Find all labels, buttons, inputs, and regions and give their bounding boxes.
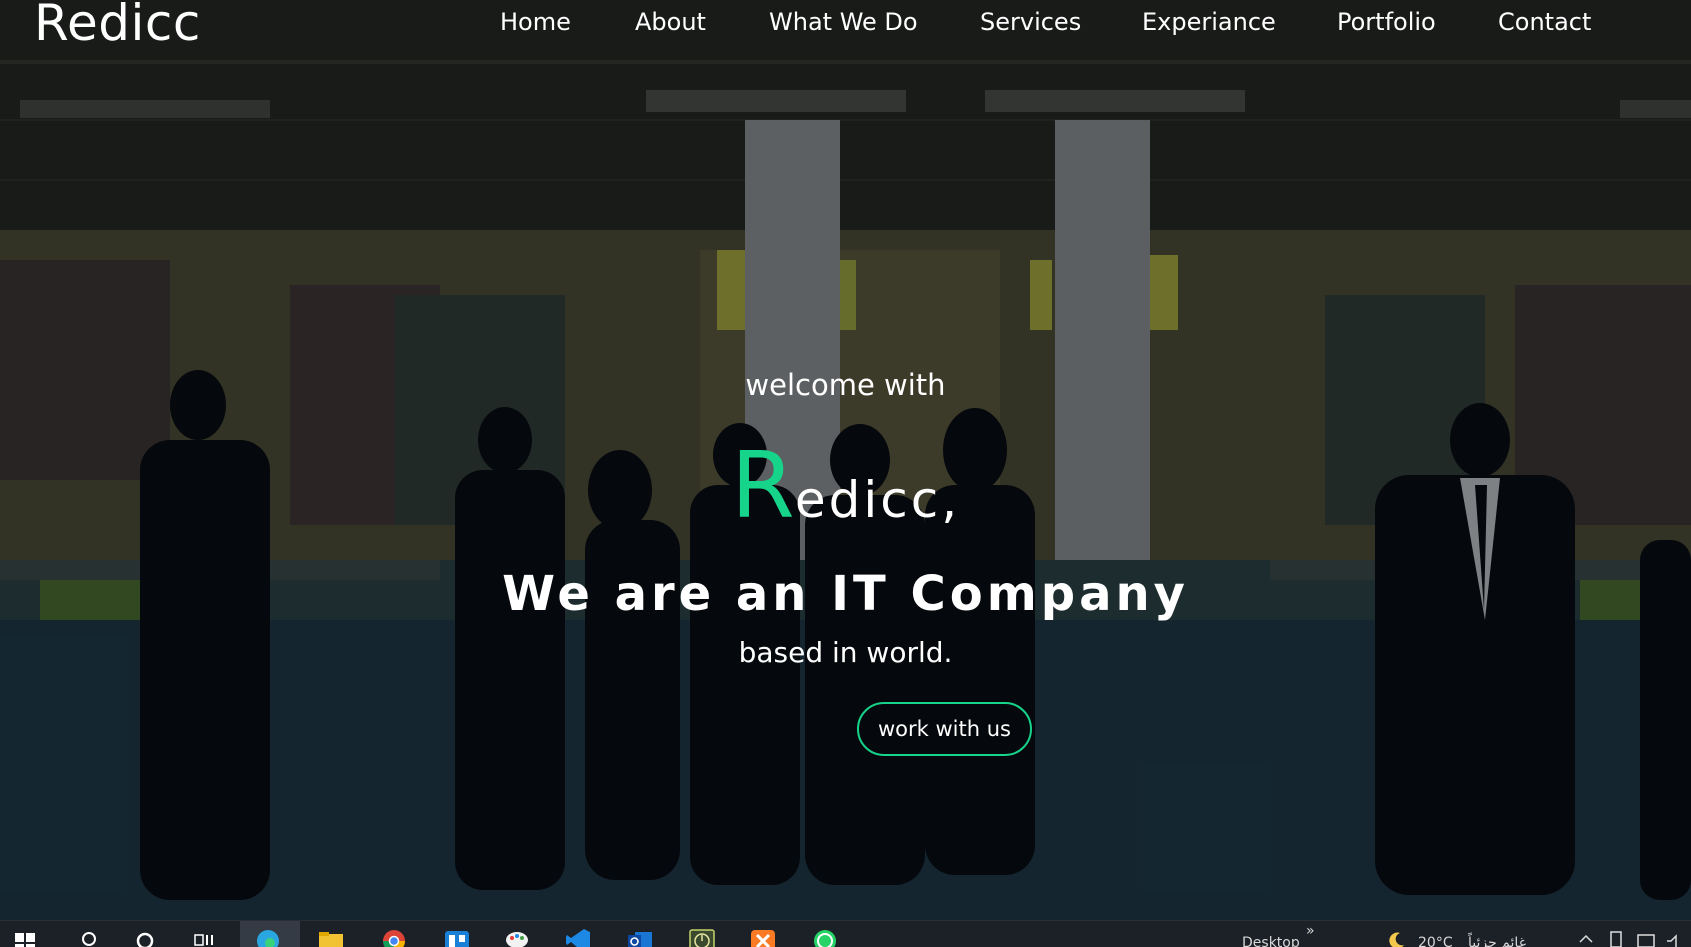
task-view-icon[interactable] [193,925,223,947]
chevron-up-icon[interactable] [1578,931,1608,947]
hero-section: welcome with Redicc, We are an IT Compan… [0,0,1691,920]
windows-taskbar: Desktop » 20°C غائم جزئياً [0,920,1691,947]
taskbar-weather-text[interactable]: غائم جزئياً [1468,935,1526,947]
file-explorer-icon[interactable] [318,925,348,947]
hero-brand-heading: Redicc, [0,432,1691,539]
trello-icon[interactable] [444,925,474,947]
taskbar-temperature[interactable]: 20°C [1418,935,1453,947]
battery-icon[interactable] [1608,929,1638,947]
outlook-icon[interactable] [627,925,657,947]
xampp-icon[interactable] [750,925,780,947]
paint-icon[interactable] [504,925,534,947]
whatsapp-icon[interactable] [812,925,842,947]
hero-subline: based in world. [738,636,953,669]
taskbar-chevron-icon[interactable]: » [1306,923,1315,939]
browser-viewport: Redicc Home About What We Do Services Ex… [0,0,1691,947]
moon-weather-icon[interactable] [1388,931,1408,947]
search-icon[interactable] [78,925,108,947]
network-icon[interactable] [1636,929,1666,947]
chrome-icon[interactable] [381,925,411,947]
cortana-icon[interactable] [134,925,164,947]
hero-welcome-text: welcome with [745,368,946,402]
work-with-us-button[interactable]: work with us [857,702,1032,756]
clock-app-icon[interactable] [689,925,719,947]
hero-brand-initial: R [730,432,795,539]
edge-icon[interactable] [255,925,285,947]
windows-start-icon[interactable] [14,925,44,947]
vscode-icon[interactable] [565,925,595,947]
taskbar-desktop-label[interactable]: Desktop [1242,935,1300,947]
hero-brand-rest: edicc, [794,471,961,529]
volume-icon[interactable] [1664,929,1691,947]
hero-tagline: We are an IT Company [502,566,1189,622]
